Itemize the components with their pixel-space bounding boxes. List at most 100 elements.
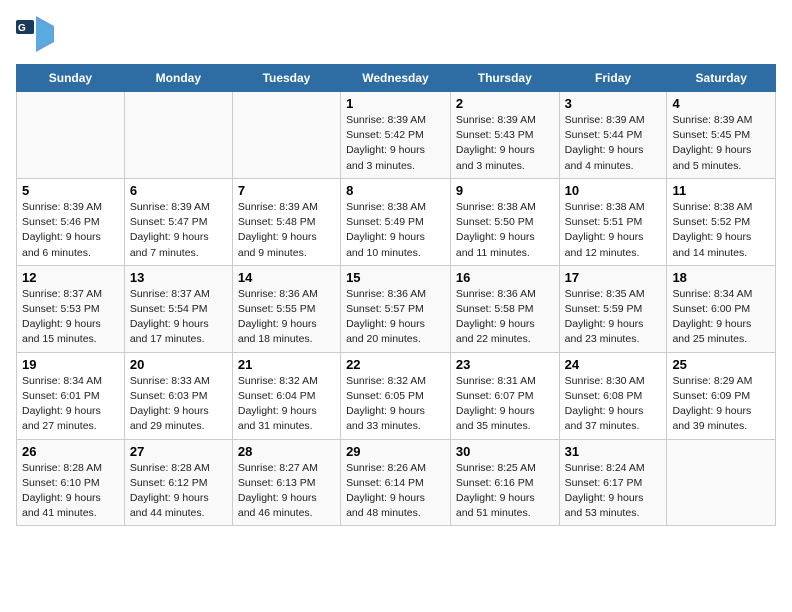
day-info: Sunrise: 8:39 AMSunset: 5:47 PMDaylight:…: [130, 200, 227, 261]
calendar-body: 1Sunrise: 8:39 AMSunset: 5:42 PMDaylight…: [17, 92, 776, 526]
day-number: 28: [238, 444, 335, 459]
calendar-day-cell: 20 Sunrise: 8:33 AMSunset: 6:03 PMDayligh…: [124, 352, 232, 439]
weekday-row: SundayMondayTuesdayWednesdayThursdayFrid…: [17, 65, 776, 92]
day-info: Sunrise: 8:33 AMSunset: 6:03 PMDaylight:…: [130, 374, 227, 435]
day-info: Sunrise: 8:24 AMSunset: 6:17 PMDaylight:…: [565, 461, 662, 522]
weekday-header: Thursday: [450, 65, 559, 92]
calendar-day-cell: 22Sunrise: 8:32 AMSunset: 6:05 PMDayligh…: [341, 352, 451, 439]
calendar-day-cell: 25Sunrise: 8:29 AMSunset: 6:09 PMDayligh…: [667, 352, 776, 439]
day-info: Sunrise: 8:38 AMSunset: 5:49 PMDaylight:…: [346, 200, 445, 261]
calendar-day-cell: [124, 92, 232, 179]
weekday-header: Saturday: [667, 65, 776, 92]
weekday-header: Sunday: [17, 65, 125, 92]
day-info: Sunrise: 8:39 AMSunset: 5:46 PMDaylight:…: [22, 200, 119, 261]
day-info: Sunrise: 8:36 AMSunset: 5:58 PMDaylight:…: [456, 287, 554, 348]
day-number: 21: [238, 357, 335, 372]
page-header: G: [16, 16, 776, 52]
calendar-day-cell: 23 Sunrise: 8:31 AMSunset: 6:07 PMDayligh…: [450, 352, 559, 439]
day-info: Sunrise: 8:39 AMSunset: 5:44 PMDaylight:…: [565, 113, 662, 174]
calendar-day-cell: 12 Sunrise: 8:37 AMSunset: 5:53 PMDayligh…: [17, 265, 125, 352]
weekday-header: Tuesday: [232, 65, 340, 92]
calendar-day-cell: 10 Sunrise: 8:38 AMSunset: 5:51 PMDayligh…: [559, 178, 667, 265]
day-info: Sunrise: 8:35 AMSunset: 5:59 PMDaylight:…: [565, 287, 662, 348]
day-info: Sunrise: 8:38 AMSunset: 5:50 PMDaylight:…: [456, 200, 554, 261]
day-info: Sunrise: 8:38 AMSunset: 5:52 PMDaylight:…: [672, 200, 770, 261]
day-info: Sunrise: 8:37 AMSunset: 5:54 PMDaylight:…: [130, 287, 227, 348]
day-number: 23: [456, 357, 554, 372]
calendar-week-row: 12 Sunrise: 8:37 AMSunset: 5:53 PMDayligh…: [17, 265, 776, 352]
day-number: 22: [346, 357, 445, 372]
day-number: 20: [130, 357, 227, 372]
day-number: 14: [238, 270, 335, 285]
calendar-day-cell: 21 Sunrise: 8:32 AMSunset: 6:04 PMDayligh…: [232, 352, 340, 439]
day-info: Sunrise: 8:25 AMSunset: 6:16 PMDaylight:…: [456, 461, 554, 522]
logo-icon: G: [16, 16, 56, 52]
calendar-day-cell: 13 Sunrise: 8:37 AMSunset: 5:54 PMDayligh…: [124, 265, 232, 352]
calendar-day-cell: [667, 439, 776, 526]
calendar-day-cell: 16 Sunrise: 8:36 AMSunset: 5:58 PMDayligh…: [450, 265, 559, 352]
weekday-header: Monday: [124, 65, 232, 92]
day-info: Sunrise: 8:26 AMSunset: 6:14 PMDaylight:…: [346, 461, 445, 522]
weekday-header: Wednesday: [341, 65, 451, 92]
day-number: 8: [346, 183, 445, 198]
calendar-day-cell: 6 Sunrise: 8:39 AMSunset: 5:47 PMDaylight…: [124, 178, 232, 265]
calendar-day-cell: 1Sunrise: 8:39 AMSunset: 5:42 PMDaylight…: [341, 92, 451, 179]
calendar-week-row: 1Sunrise: 8:39 AMSunset: 5:42 PMDaylight…: [17, 92, 776, 179]
day-number: 24: [565, 357, 662, 372]
calendar-day-cell: 30 Sunrise: 8:25 AMSunset: 6:16 PMDayligh…: [450, 439, 559, 526]
calendar-week-row: 19Sunrise: 8:34 AMSunset: 6:01 PMDayligh…: [17, 352, 776, 439]
calendar-header: SundayMondayTuesdayWednesdayThursdayFrid…: [17, 65, 776, 92]
day-number: 13: [130, 270, 227, 285]
day-number: 29: [346, 444, 445, 459]
day-info: Sunrise: 8:39 AMSunset: 5:45 PMDaylight:…: [672, 113, 770, 174]
day-info: Sunrise: 8:27 AMSunset: 6:13 PMDaylight:…: [238, 461, 335, 522]
day-info: Sunrise: 8:28 AMSunset: 6:12 PMDaylight:…: [130, 461, 227, 522]
calendar-day-cell: 31 Sunrise: 8:24 AMSunset: 6:17 PMDayligh…: [559, 439, 667, 526]
calendar-day-cell: 9Sunrise: 8:38 AMSunset: 5:50 PMDaylight…: [450, 178, 559, 265]
day-number: 31: [565, 444, 662, 459]
day-number: 5: [22, 183, 119, 198]
calendar-day-cell: [232, 92, 340, 179]
day-info: Sunrise: 8:37 AMSunset: 5:53 PMDaylight:…: [22, 287, 119, 348]
day-info: Sunrise: 8:31 AMSunset: 6:07 PMDaylight:…: [456, 374, 554, 435]
day-number: 27: [130, 444, 227, 459]
calendar-day-cell: 18Sunrise: 8:34 AMSunset: 6:00 PMDayligh…: [667, 265, 776, 352]
calendar-day-cell: 11 Sunrise: 8:38 AMSunset: 5:52 PMDayligh…: [667, 178, 776, 265]
calendar-day-cell: 14 Sunrise: 8:36 AMSunset: 5:55 PMDayligh…: [232, 265, 340, 352]
calendar-day-cell: 8 Sunrise: 8:38 AMSunset: 5:49 PMDaylight…: [341, 178, 451, 265]
day-info: Sunrise: 8:28 AMSunset: 6:10 PMDaylight:…: [22, 461, 119, 522]
svg-text:G: G: [18, 23, 26, 34]
day-number: 3: [565, 96, 662, 111]
day-info: Sunrise: 8:36 AMSunset: 5:57 PMDaylight:…: [346, 287, 445, 348]
day-number: 17: [565, 270, 662, 285]
day-number: 16: [456, 270, 554, 285]
calendar-day-cell: 17 Sunrise: 8:35 AMSunset: 5:59 PMDayligh…: [559, 265, 667, 352]
day-number: 19: [22, 357, 119, 372]
day-number: 1: [346, 96, 445, 111]
day-info: Sunrise: 8:38 AMSunset: 5:51 PMDaylight:…: [565, 200, 662, 261]
day-number: 25: [672, 357, 770, 372]
calendar-day-cell: 27 Sunrise: 8:28 AMSunset: 6:12 PMDayligh…: [124, 439, 232, 526]
day-info: Sunrise: 8:36 AMSunset: 5:55 PMDaylight:…: [238, 287, 335, 348]
calendar-day-cell: 3 Sunrise: 8:39 AMSunset: 5:44 PMDaylight…: [559, 92, 667, 179]
day-number: 2: [456, 96, 554, 111]
day-info: Sunrise: 8:32 AMSunset: 6:04 PMDaylight:…: [238, 374, 335, 435]
calendar-day-cell: 29 Sunrise: 8:26 AMSunset: 6:14 PMDayligh…: [341, 439, 451, 526]
day-number: 6: [130, 183, 227, 198]
calendar-day-cell: 26Sunrise: 8:28 AMSunset: 6:10 PMDayligh…: [17, 439, 125, 526]
calendar-day-cell: 28 Sunrise: 8:27 AMSunset: 6:13 PMDayligh…: [232, 439, 340, 526]
day-number: 18: [672, 270, 770, 285]
day-number: 10: [565, 183, 662, 198]
day-number: 4: [672, 96, 770, 111]
calendar-day-cell: 7Sunrise: 8:39 AMSunset: 5:48 PMDaylight…: [232, 178, 340, 265]
day-number: 11: [672, 183, 770, 198]
day-number: 12: [22, 270, 119, 285]
calendar-day-cell: 15 Sunrise: 8:36 AMSunset: 5:57 PMDayligh…: [341, 265, 451, 352]
calendar-day-cell: 2Sunrise: 8:39 AMSunset: 5:43 PMDaylight…: [450, 92, 559, 179]
day-number: 30: [456, 444, 554, 459]
weekday-header: Friday: [559, 65, 667, 92]
day-number: 15: [346, 270, 445, 285]
day-number: 7: [238, 183, 335, 198]
calendar-day-cell: 24Sunrise: 8:30 AMSunset: 6:08 PMDayligh…: [559, 352, 667, 439]
calendar-day-cell: 4 Sunrise: 8:39 AMSunset: 5:45 PMDaylight…: [667, 92, 776, 179]
